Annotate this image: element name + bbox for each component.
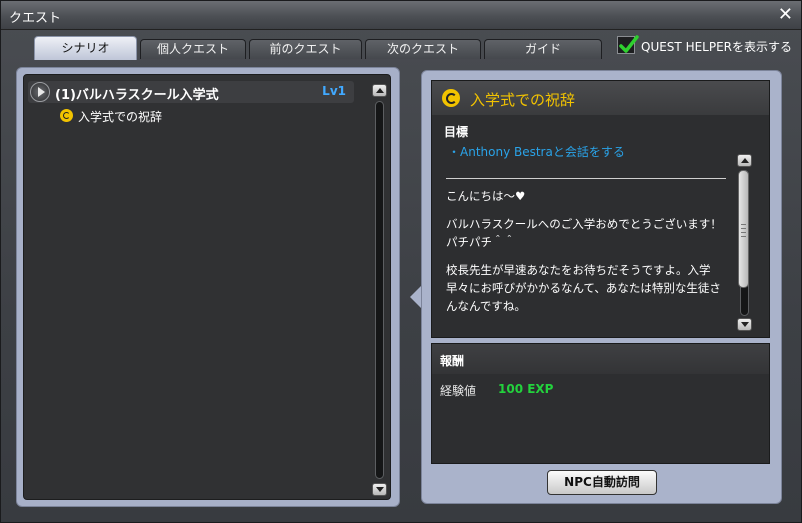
tab-previous-quest[interactable]: 前のクエスト [249, 39, 362, 59]
quest-list-panel: (1)バルハラスクール入学式 Lv1 入学式での祝辞 [16, 67, 400, 507]
quest-detail-header: 入学式での祝辞 [432, 81, 769, 115]
exp-label: 経験値 [440, 384, 477, 398]
reward-section: 報酬 経験値 100 EXP [431, 343, 770, 464]
tab-next-quest[interactable]: 次のクエスト [365, 39, 481, 59]
objective-label: 目標 [444, 125, 469, 139]
category-level: Lv1 [322, 84, 346, 98]
play-icon[interactable] [30, 82, 50, 102]
scroll-down-button[interactable] [372, 483, 387, 496]
scroll-track[interactable] [375, 101, 384, 479]
quest-list: (1)バルハラスクール入学式 Lv1 入学式での祝辞 [23, 74, 391, 500]
reward-label: 報酬 [440, 354, 465, 368]
scroll-thumb[interactable] [738, 170, 749, 288]
quest-window: クエスト ✕ シナリオ 個人クエスト 前のクエスト 次のクエスト ガイド QUE… [0, 0, 802, 523]
reward-header: 報酬 [432, 344, 769, 374]
close-icon[interactable]: ✕ [778, 4, 793, 25]
category-title: (1)バルハラスクール入学式 [55, 88, 219, 103]
exp-value: 100 EXP [498, 382, 554, 396]
description-scrollbar[interactable] [737, 154, 753, 331]
tab-guide[interactable]: ガイド [484, 39, 602, 59]
scroll-up-button[interactable] [737, 154, 752, 167]
divider [446, 178, 726, 179]
quest-list-scrollbar[interactable] [372, 84, 388, 496]
quest-icon [60, 109, 73, 122]
quest-title: 入学式での祝辞 [470, 91, 576, 109]
scroll-down-button[interactable] [737, 318, 752, 331]
quest-detail-panel: 入学式での祝辞 目標 ・Anthony Bestraと会話をする こんにちは～♥… [421, 70, 782, 504]
description-line: こんにちは～♥ [446, 189, 526, 203]
title-bar[interactable]: クエスト ✕ [1, 1, 801, 30]
scroll-up-button[interactable] [372, 84, 387, 97]
quest-category-row[interactable]: (1)バルハラスクール入学式 Lv1 [28, 81, 354, 103]
helper-label: QUEST HELPERを表示する [641, 40, 793, 54]
quest-item-label: 入学式での祝辞 [78, 110, 163, 124]
window-title: クエスト [9, 11, 62, 26]
helper-checkbox[interactable] [617, 35, 639, 54]
tab-personal-quest[interactable]: 個人クエスト [140, 39, 246, 59]
quest-detail: 入学式での祝辞 目標 ・Anthony Bestraと会話をする こんにちは～♥… [431, 80, 770, 338]
description-line: 校長先生が早速あなたをお待ちだそうですよ。入学早々にお呼びがかかるなんて、あなた… [446, 263, 721, 313]
quest-description: こんにちは～♥ バルハラスクールへのご入学おめでとうございます！パチパチ＾＾ 校… [446, 187, 732, 325]
objective-link[interactable]: ・Anthony Bestraと会話をする [448, 143, 625, 160]
description-line: バルハラスクールへのご入学おめでとうございます！パチパチ＾＾ [446, 217, 722, 249]
npc-auto-visit-button[interactable]: NPC自動訪問 [547, 470, 657, 495]
quest-icon [442, 89, 460, 107]
tab-scenario[interactable]: シナリオ [34, 36, 137, 60]
checkmark-icon [619, 35, 639, 53]
